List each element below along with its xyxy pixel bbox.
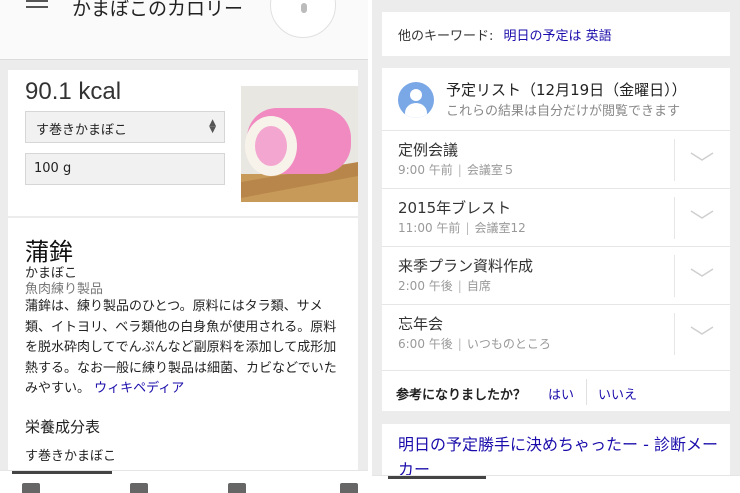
food-select[interactable]: す巻きかまぼこ ▲ ▼ — [25, 111, 225, 143]
feedback-no-button[interactable]: いいえ — [598, 384, 637, 403]
menu-icon[interactable] — [26, 0, 48, 14]
event-item[interactable]: 来季プラン資料作成 2:00 午後 | 自席 — [382, 246, 730, 304]
feedback-yes-button[interactable]: はい — [548, 384, 574, 403]
bottom-tab-bar — [0, 470, 368, 493]
event-meta: 6:00 午後 | いつものところ — [398, 337, 551, 351]
event-ampm: 午後 — [428, 337, 453, 351]
quantity-value: 100 g — [34, 161, 72, 176]
quantity-input[interactable]: 100 g — [25, 153, 225, 185]
schedule-subtitle: これらの結果は自分だけが閲覧できます — [446, 104, 681, 119]
bottom-tab-bar — [372, 475, 740, 493]
search-bar: かまぼこのカロリー — [0, 0, 368, 60]
kamaboko-image — [241, 86, 358, 202]
event-item[interactable]: 忘年会 6:00 午後 | いつものところ — [382, 304, 730, 362]
event-ampm: 午前 — [436, 221, 461, 235]
feedback-row: 参考になりましたか？ はい いいえ — [382, 370, 730, 411]
event-place: 会議室５ — [466, 163, 515, 177]
chevron-down-icon[interactable] — [690, 325, 714, 337]
event-title: 2015年ブレスト — [398, 199, 512, 217]
calorie-value: 90.1 kcal — [25, 78, 122, 105]
event-meta: 11:00 午前 | 会議室12 — [398, 221, 526, 235]
active-tab-indicator — [12, 471, 112, 474]
other-keywords-card: 他のキーワード: 明日の予定は 英語 — [382, 12, 730, 56]
schedule-title: 予定リスト（12月19日（金曜日）） — [446, 81, 687, 99]
event-time: 9:00 — [398, 163, 425, 177]
event-place: いつものところ — [466, 337, 551, 351]
event-meta: 2:00 午後 | 自席 — [398, 279, 491, 293]
food-select-value: す巻きかまぼこ — [36, 123, 128, 138]
other-keywords-label: 他のキーワード: — [398, 29, 494, 44]
event-place: 自席 — [466, 279, 491, 293]
knowledge-description: 蒲鉾は、練り製品のひとつ。原料にはタラ類、サメ類、イトヨリ、ベラ類他の白身魚が使… — [25, 297, 343, 400]
event-title: 忘年会 — [398, 315, 444, 333]
event-time: 2:00 — [398, 279, 425, 293]
event-meta: 9:00 午前 | 会議室５ — [398, 163, 515, 177]
calorie-card: 90.1 kcal す巻きかまぼこ ▲ ▼ 100 g — [8, 70, 358, 216]
nutrition-title: 栄養成分表 — [25, 418, 101, 436]
left-screen: かまぼこのカロリー 90.1 kcal す巻きかまぼこ ▲ ▼ 100 g 蒲鉾 … — [0, 0, 368, 493]
tab-news-icon[interactable] — [228, 483, 246, 493]
select-arrows-icon: ▲ ▼ — [209, 118, 216, 135]
user-avatar-icon — [398, 82, 434, 118]
chevron-down-icon[interactable] — [690, 151, 714, 163]
event-title: 来季プラン資料作成 — [398, 257, 534, 275]
event-title: 定例会議 — [398, 141, 459, 159]
event-item[interactable]: 定例会議 9:00 午前 | 会議室５ — [382, 130, 730, 188]
knowledge-card: 蒲鉾 かまぼこ 魚肉練り製品 蒲鉾は、練り製品のひとつ。原料にはタラ類、サメ類、… — [8, 218, 358, 493]
right-screen: 他のキーワード: 明日の予定は 英語 予定リスト（12月19日（金曜日）） これ… — [372, 0, 740, 493]
event-ampm: 午前 — [428, 163, 453, 177]
nutrition-item[interactable]: す巻きかまぼこ — [25, 445, 116, 464]
tab-map-icon[interactable] — [130, 483, 148, 493]
chevron-down-icon[interactable] — [690, 267, 714, 279]
feedback-separator — [586, 379, 587, 405]
tab-search-icon[interactable] — [22, 483, 40, 493]
event-place: 会議室12 — [474, 221, 526, 235]
knowledge-type: 魚肉練り製品 — [25, 282, 104, 297]
other-keywords-link[interactable]: 明日の予定は 英語 — [504, 29, 612, 44]
microphone-icon — [301, 3, 307, 13]
wikipedia-link[interactable]: ウィキペディア — [94, 381, 184, 396]
event-item[interactable]: 2015年ブレスト 11:00 午前 | 会議室12 — [382, 188, 730, 246]
event-time: 11:00 — [398, 221, 433, 235]
active-tab-indicator — [388, 476, 486, 479]
tab-camera-icon[interactable] — [340, 483, 358, 493]
voice-search-button[interactable] — [270, 0, 336, 38]
event-ampm: 午後 — [428, 279, 453, 293]
feedback-question: 参考になりましたか？ — [396, 388, 527, 403]
search-query[interactable]: かまぼこのカロリー — [72, 0, 243, 21]
chevron-down-icon[interactable] — [690, 209, 714, 221]
schedule-card: 予定リスト（12月19日（金曜日）） これらの結果は自分だけが閲覧できます 定例… — [382, 68, 730, 411]
event-time: 6:00 — [398, 337, 425, 351]
